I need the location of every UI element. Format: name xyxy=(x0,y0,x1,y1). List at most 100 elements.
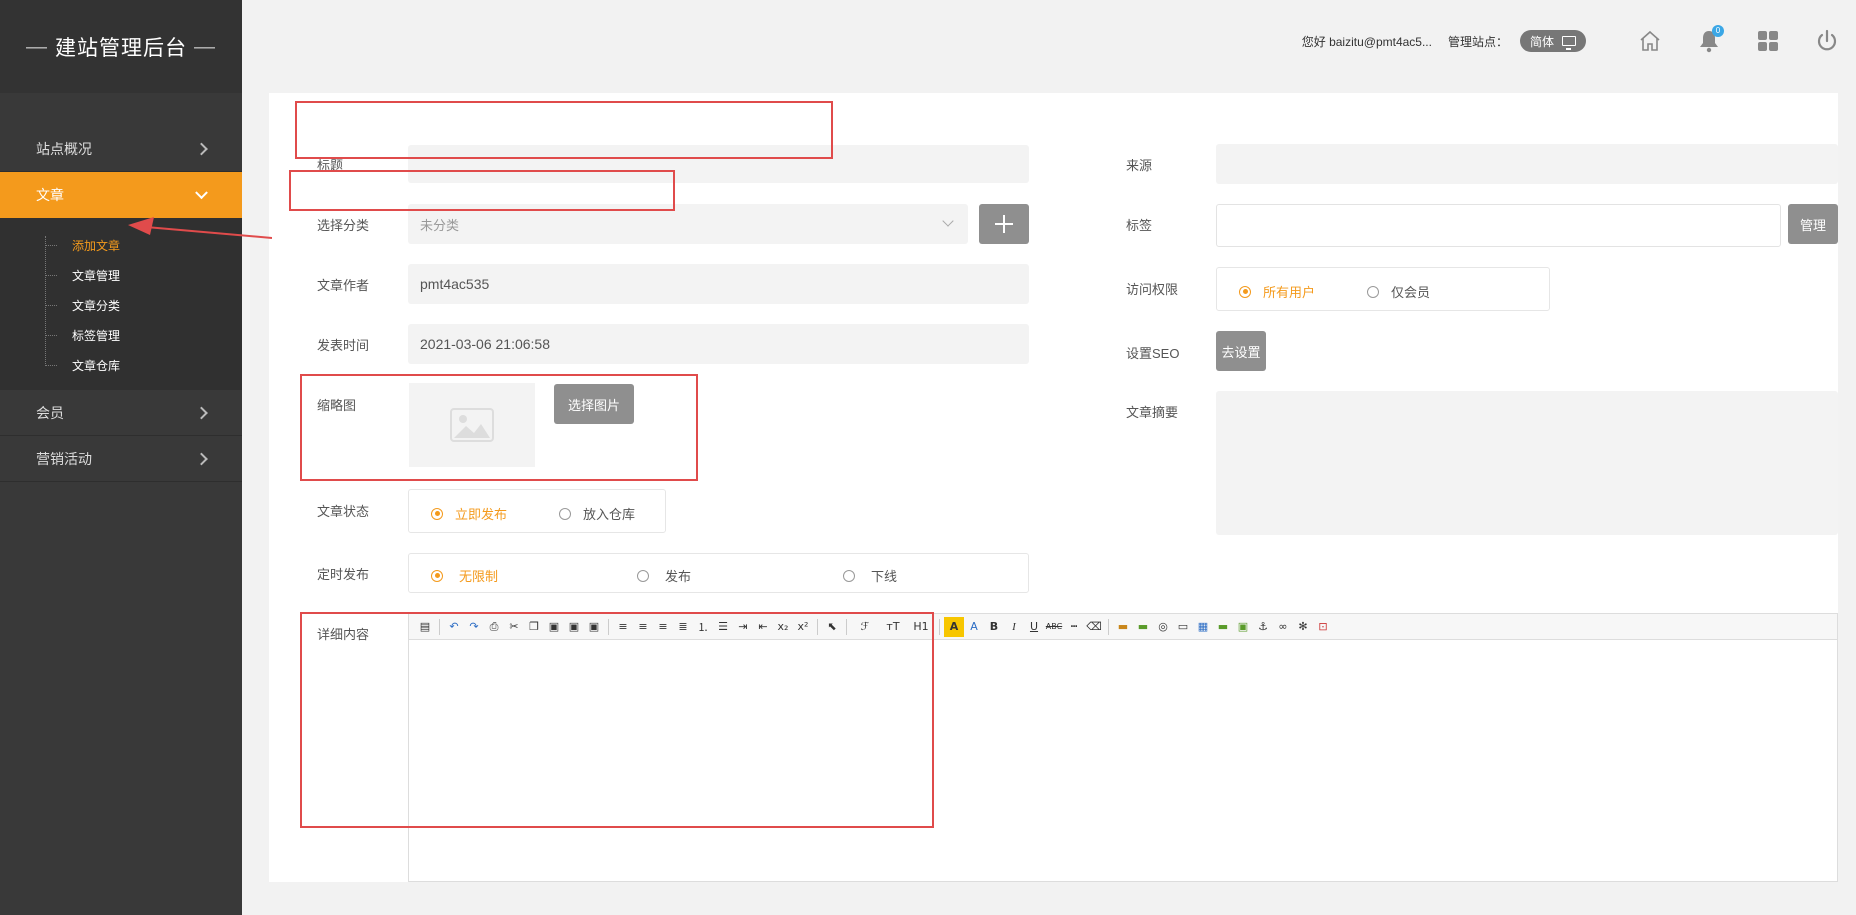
unlink-icon[interactable]: ✻ xyxy=(1293,617,1313,637)
seo-settings-button[interactable]: 去设置 xyxy=(1216,331,1266,371)
sidebar-subnav: 添加文章 文章管理 文章分类 标签管理 文章仓库 xyxy=(0,218,242,390)
font-family-icon[interactable]: ℱ xyxy=(851,617,879,637)
chevron-right-icon xyxy=(195,142,208,155)
title-input[interactable] xyxy=(408,145,1029,183)
power-icon[interactable] xyxy=(1797,21,1856,61)
subscript-icon[interactable]: x₂ xyxy=(773,617,793,637)
article-form-panel: 标题 选择分类 未分类 文章作者 pmt4ac535 发表时间 2021-03-… xyxy=(269,93,1838,882)
paste-icon[interactable]: ▣ xyxy=(544,617,564,637)
radio-label: 所有用户 xyxy=(1263,285,1316,300)
clear-format-icon[interactable]: ⌫ xyxy=(1084,617,1104,637)
cut-icon[interactable]: ✂ xyxy=(504,617,524,637)
align-right-icon[interactable]: ≡ xyxy=(653,617,673,637)
insert-file-icon[interactable]: ▭ xyxy=(1173,617,1193,637)
access-all-users-radio[interactable]: 所有用户 xyxy=(1239,282,1315,301)
link-icon[interactable]: ∞ xyxy=(1273,617,1293,637)
schedule-label: 定时发布 xyxy=(317,567,370,582)
sidebar-subitem-article-category[interactable]: 文章分类 xyxy=(0,290,242,320)
outdent-icon[interactable]: ⇤ xyxy=(753,617,773,637)
font-size-icon[interactable]: тT xyxy=(879,617,907,637)
sidebar-item-overview[interactable]: 站点概况 xyxy=(0,126,242,172)
select-image-button[interactable]: 选择图片 xyxy=(554,384,634,424)
insert-flash-icon[interactable]: ▬ xyxy=(1133,617,1153,637)
insert-table-icon[interactable]: ▦ xyxy=(1193,617,1213,637)
schedule-offline-radio[interactable]: 下线 xyxy=(843,566,897,585)
sidebar-item-articles[interactable]: 文章 xyxy=(0,172,242,218)
bell-icon[interactable]: 0 xyxy=(1679,21,1738,61)
plus-icon xyxy=(995,215,1013,233)
justify-icon[interactable]: ≣ xyxy=(673,617,693,637)
author-input[interactable]: pmt4ac535 xyxy=(408,264,1029,304)
add-category-button[interactable] xyxy=(979,204,1029,244)
content-label: 详细内容 xyxy=(317,627,370,642)
paste-word-icon[interactable]: ▣ xyxy=(584,617,604,637)
home-icon[interactable] xyxy=(1620,21,1679,61)
summary-label: 文章摘要 xyxy=(1126,405,1179,420)
anchor-icon[interactable]: ⚓ xyxy=(1253,617,1273,637)
radio-icon xyxy=(431,507,443,520)
status-to-warehouse-radio[interactable]: 放入仓库 xyxy=(559,504,635,523)
source-label: 来源 xyxy=(1126,158,1153,173)
sidebar-subitem-add-article[interactable]: 添加文章 xyxy=(0,230,242,260)
schedule-publish-radio[interactable]: 发布 xyxy=(637,566,691,585)
tags-manage-button[interactable]: 管理 xyxy=(1788,204,1838,244)
language-switch[interactable]: 简体 xyxy=(1519,30,1586,52)
strikethrough-icon[interactable]: ABC xyxy=(1044,617,1064,637)
source-code-icon[interactable]: ▤ xyxy=(415,617,435,637)
radio-icon xyxy=(559,507,571,520)
bold-icon[interactable]: B xyxy=(984,617,1004,637)
sidebar-item-marketing[interactable]: 营销活动 xyxy=(0,436,242,482)
insert-hr-icon[interactable]: ▬ xyxy=(1213,617,1233,637)
editor-toolbar: ▤ ↶ ↷ ⎙ ✂ ❐ ▣ ▣ ▣ ≡ ≡ ≡ ≣ ⒈ ☰ ⇥ ⇤ x₂ x² … xyxy=(409,614,1837,640)
schedule-unlimited-radio[interactable]: 无限制 xyxy=(431,566,498,585)
status-publish-now-radio[interactable]: 立即发布 xyxy=(431,504,507,523)
copy-icon[interactable]: ❐ xyxy=(524,617,544,637)
tags-input[interactable] xyxy=(1216,204,1781,247)
thumbnail-preview[interactable] xyxy=(409,383,535,467)
redo-icon[interactable]: ↷ xyxy=(464,617,484,637)
image-placeholder-icon xyxy=(450,408,494,442)
undo-icon[interactable]: ↶ xyxy=(444,617,464,637)
horizontal-rule-icon[interactable]: ┅ xyxy=(1064,617,1084,637)
sidebar-subitem-tag-manage[interactable]: 标签管理 xyxy=(0,320,242,350)
radio-label: 放入仓库 xyxy=(583,507,636,522)
editor-content-area[interactable] xyxy=(409,640,1837,882)
sidebar-subitem-article-warehouse[interactable]: 文章仓库 xyxy=(0,350,242,380)
sidebar: — 建站管理后台 — 站点概况 文章 添加文章 文章管理 文章分类 标签管理 文… xyxy=(0,0,242,915)
highlight-color-icon[interactable]: A xyxy=(944,616,964,637)
access-members-only-radio[interactable]: 仅会员 xyxy=(1367,282,1430,301)
image-icon[interactable]: ▣ xyxy=(1233,617,1253,637)
select-all-icon[interactable]: ⬉ xyxy=(822,617,842,637)
underline-icon[interactable]: U xyxy=(1024,617,1044,637)
align-left-icon[interactable]: ≡ xyxy=(613,617,633,637)
insert-image-icon[interactable]: ▬ xyxy=(1113,617,1133,637)
radio-icon xyxy=(1367,285,1379,298)
monitor-icon xyxy=(1562,36,1576,50)
sidebar-subitem-article-manage[interactable]: 文章管理 xyxy=(0,260,242,290)
paste-text-icon[interactable]: ▣ xyxy=(564,617,584,637)
source-input[interactable] xyxy=(1216,144,1838,184)
sidebar-item-members[interactable]: 会员 xyxy=(0,390,242,436)
font-color-icon[interactable]: A xyxy=(964,617,984,637)
superscript-icon[interactable]: x² xyxy=(793,617,813,637)
fullscreen-icon[interactable]: ⊡ xyxy=(1313,617,1333,637)
apps-grid-icon[interactable] xyxy=(1738,21,1797,61)
chevron-right-icon xyxy=(195,452,208,465)
user-greeting[interactable]: 您好 baizitu@pmt4ac5... xyxy=(1302,33,1432,50)
brand-dash-right: — xyxy=(194,34,216,58)
summary-textarea[interactable] xyxy=(1216,391,1838,535)
thumbnail-label: 缩略图 xyxy=(317,398,357,413)
sidebar-item-label: 文章 xyxy=(36,187,64,203)
italic-icon[interactable]: I xyxy=(1004,617,1024,637)
insert-media-icon[interactable]: ◎ xyxy=(1153,617,1173,637)
ordered-list-icon[interactable]: ⒈ xyxy=(693,617,713,637)
heading-icon[interactable]: H1 xyxy=(907,617,935,637)
category-select[interactable]: 未分类 xyxy=(408,204,968,244)
title-label: 标题 xyxy=(317,158,344,173)
align-center-icon[interactable]: ≡ xyxy=(633,617,653,637)
category-selected-value: 未分类 xyxy=(420,217,460,233)
print-icon[interactable]: ⎙ xyxy=(484,617,504,637)
unordered-list-icon[interactable]: ☰ xyxy=(713,617,733,637)
indent-icon[interactable]: ⇥ xyxy=(733,617,753,637)
publish-time-input[interactable]: 2021-03-06 21:06:58 xyxy=(408,324,1029,364)
